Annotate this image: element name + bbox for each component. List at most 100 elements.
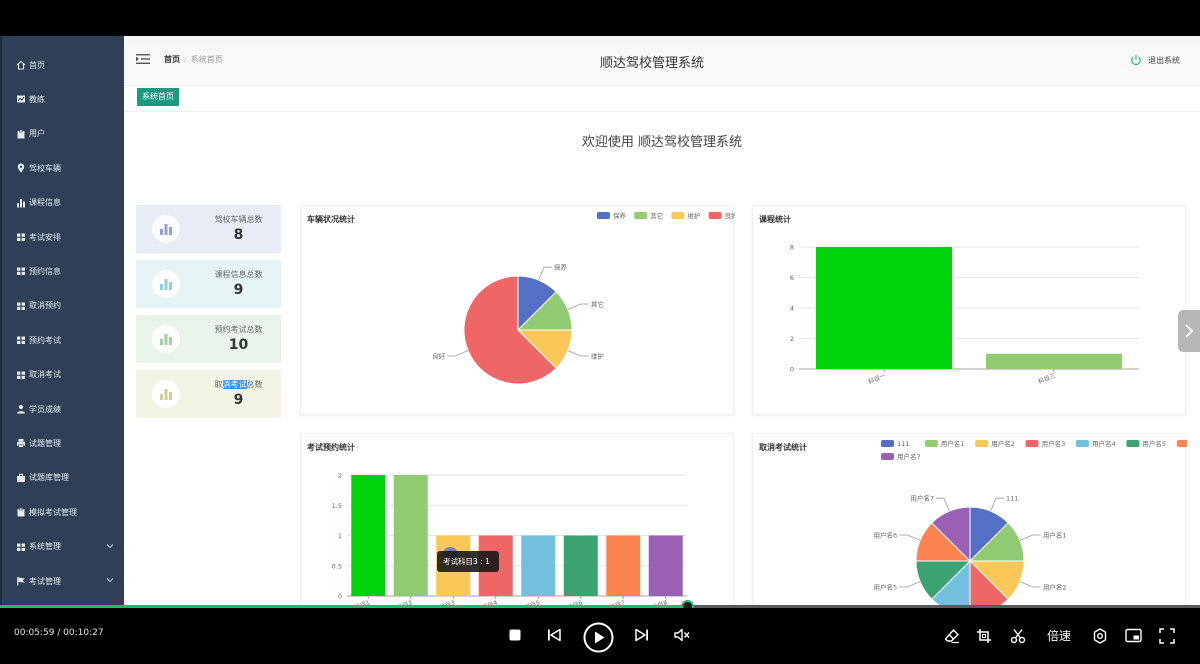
pie-label: 用户名5: [874, 583, 898, 592]
stat-value: 9: [196, 392, 281, 408]
legend-label: 用户名5: [1142, 439, 1166, 448]
stat-label: 取消考试总数: [196, 379, 281, 390]
next-button[interactable]: [634, 628, 650, 642]
y-tick-label: 1.5: [332, 502, 342, 510]
y-tick-label: 0: [338, 593, 342, 601]
chart-svg: 保养其它维护良好保养其它维护良好: [301, 206, 735, 416]
sidebar-item[interactable]: 首页: [2, 48, 126, 82]
sidebar-item[interactable]: 取消预约: [2, 289, 126, 323]
stat-label: 课程信息总数: [196, 269, 281, 280]
sidebar-item[interactable]: 教练: [2, 82, 126, 116]
play-button[interactable]: [583, 622, 614, 653]
sidebar-item[interactable]: 考试管理: [2, 564, 126, 598]
sidebar-item-label: 教练: [29, 94, 45, 105]
sidebar-item-label: 驾校车辆: [29, 163, 61, 174]
stat-card: 预约考试总数10: [136, 315, 281, 363]
grid-icon: [16, 266, 26, 276]
legend-swatch[interactable]: [975, 440, 988, 447]
pie-label-line: [568, 304, 589, 309]
power-icon: [1130, 54, 1142, 66]
y-tick-label: 0: [790, 366, 794, 374]
pie-label-line: [991, 498, 1004, 511]
legend-swatch[interactable]: [881, 440, 894, 447]
stop-icon: [508, 628, 522, 642]
main-content: 欢迎使用 顺达驾校管理系统 驾校车辆总数8课程信息总数9预约考试总数10取消考试…: [124, 112, 1200, 608]
tab-bar: 系统首页: [124, 86, 1200, 112]
pie-label: 用户名6: [874, 530, 898, 539]
welcome-title: 欢迎使用 顺达驾校管理系统: [124, 131, 1200, 150]
scissors-button[interactable]: [1010, 628, 1026, 644]
sidebar-item[interactable]: 试题库管理: [2, 461, 126, 495]
sidebar-item[interactable]: 系统管理: [2, 530, 126, 564]
bar[interactable]: [986, 354, 1122, 369]
settings-button[interactable]: [1092, 628, 1108, 644]
stat-card: 取消考试总数 9: [136, 370, 281, 418]
pie-label: 用户名2: [1043, 583, 1067, 592]
sidebar-item[interactable]: 驾校车辆: [2, 151, 126, 185]
sidebar-item-label: 课程信息: [29, 197, 61, 208]
pie-label: 用户名7: [910, 494, 934, 503]
stat-value: 10: [196, 337, 281, 353]
y-tick-label: 8: [790, 244, 794, 252]
mute-button[interactable]: [673, 628, 691, 642]
fullscreen-icon: [1159, 628, 1175, 644]
bar[interactable]: [351, 475, 385, 596]
exam-cancel-chart-card: 111用户名1用户名2用户名3用户名4用户名5用户名6用户名7111用户名1用户…: [752, 433, 1186, 608]
legend-swatch[interactable]: [671, 212, 684, 219]
pie-label-line: [936, 498, 949, 511]
sidebar-item[interactable]: 预约考试: [2, 323, 126, 357]
tab-system-home[interactable]: 系统首页: [137, 88, 179, 106]
legend-swatch[interactable]: [1076, 440, 1089, 447]
pie-label: 良好: [432, 352, 446, 361]
bar[interactable]: [394, 475, 428, 596]
bar[interactable]: [564, 536, 598, 597]
home-icon: [16, 60, 26, 70]
logout-label: 退出系统: [1148, 55, 1180, 66]
sidebar-item[interactable]: 取消考试: [2, 358, 126, 392]
chart-icon: [16, 94, 26, 104]
sidebar-item[interactable]: 预约信息: [2, 254, 126, 288]
grid-icon: [16, 301, 26, 311]
sidebar-item[interactable]: 用户: [2, 117, 126, 151]
sidebar-item-label: 学员成绩: [29, 404, 61, 415]
sidebar-item[interactable]: 学员成绩: [2, 392, 126, 426]
sidebar-item-label: 考试安排: [29, 232, 61, 243]
legend-label: 用户名1: [941, 439, 965, 448]
sidebar-item[interactable]: 考试安排: [2, 220, 126, 254]
legend-swatch[interactable]: [1026, 440, 1039, 447]
bar[interactable]: [521, 536, 555, 597]
sidebar-item[interactable]: 模拟考试管理: [2, 495, 126, 529]
clipboard-icon: [16, 507, 26, 517]
legend-swatch[interactable]: [597, 212, 610, 219]
legend-swatch[interactable]: [881, 453, 894, 460]
logout-button[interactable]: 退出系统: [1130, 54, 1180, 66]
previous-icon: [546, 628, 562, 642]
bar[interactable]: [816, 247, 952, 369]
bar[interactable]: [606, 536, 640, 597]
legend-label: 用户名2: [991, 439, 1015, 448]
next-page-arrow[interactable]: [1178, 310, 1200, 352]
grid-icon: [16, 542, 26, 552]
stat-label-selected: 消考试: [223, 380, 247, 389]
speed-button[interactable]: 倍速: [1044, 627, 1074, 643]
sidebar-item-label: 试题库管理: [29, 472, 69, 483]
pie-label-line: [899, 535, 920, 540]
legend-swatch[interactable]: [925, 440, 938, 447]
legend-swatch[interactable]: [634, 212, 647, 219]
pip-button[interactable]: [1125, 628, 1142, 643]
fullscreen-button[interactable]: [1159, 628, 1175, 644]
bar[interactable]: [649, 536, 683, 597]
legend-label: 其它: [650, 211, 663, 220]
previous-button[interactable]: [546, 628, 562, 642]
legend-swatch[interactable]: [709, 212, 722, 219]
bar-chart-icon: [16, 198, 26, 208]
pie-label-line: [568, 351, 589, 356]
sidebar-item[interactable]: 试题管理: [2, 426, 126, 460]
stop-button[interactable]: [508, 628, 522, 642]
sidebar-item[interactable]: 课程信息: [2, 186, 126, 220]
crop-button[interactable]: [976, 628, 992, 644]
eraser-button[interactable]: [944, 628, 960, 644]
chart-title: 车辆状况统计: [307, 214, 355, 225]
legend-swatch[interactable]: [1177, 440, 1187, 447]
legend-swatch[interactable]: [1126, 440, 1139, 447]
